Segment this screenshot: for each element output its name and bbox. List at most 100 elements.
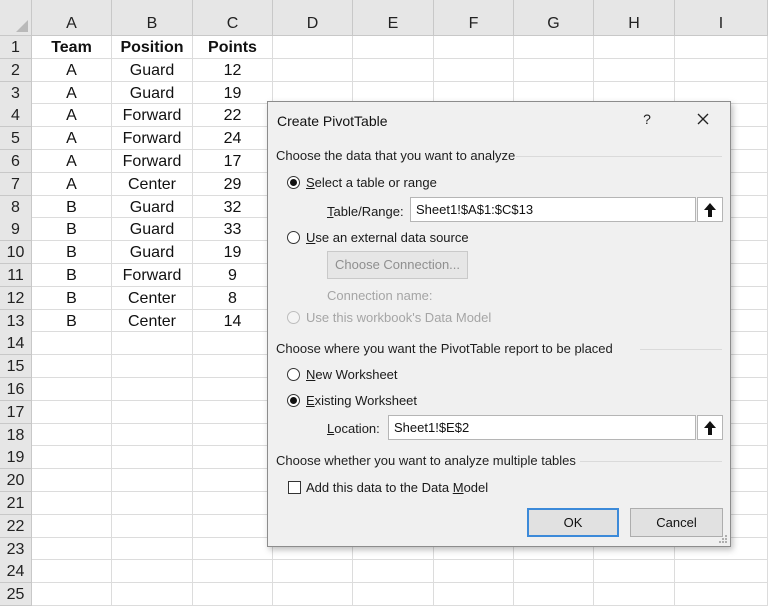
data-cell[interactable]: 8 (193, 286, 273, 310)
radio-external-source[interactable] (287, 231, 300, 244)
data-cell[interactable]: A (32, 172, 112, 196)
data-cell[interactable]: Forward (112, 264, 193, 287)
cell[interactable] (32, 560, 112, 584)
data-cell[interactable]: 19 (193, 241, 273, 264)
data-cell[interactable]: B (32, 286, 112, 310)
row-header-21[interactable]: 21 (0, 492, 32, 515)
cell[interactable] (273, 583, 353, 606)
table-range-input[interactable]: Sheet1!$A$1:$C$13 (410, 197, 696, 222)
cell[interactable] (112, 400, 193, 424)
row-header-11[interactable]: 11 (0, 264, 32, 287)
cell[interactable] (112, 583, 193, 606)
cell[interactable] (434, 58, 514, 82)
data-cell[interactable]: 32 (193, 195, 273, 219)
data-cell[interactable]: A (32, 104, 112, 128)
select-all-corner[interactable] (0, 0, 32, 36)
cell[interactable] (514, 560, 594, 584)
radio-select-table[interactable] (287, 176, 300, 189)
cell[interactable] (594, 36, 675, 59)
location-collapse-button[interactable] (697, 415, 723, 440)
data-cell[interactable]: Guard (112, 218, 193, 242)
radio-data-model-label[interactable]: Use this workbook's Data Model (306, 310, 491, 325)
cell[interactable] (675, 560, 768, 584)
column-header-c[interactable]: C (193, 0, 273, 36)
cell[interactable] (112, 514, 193, 538)
cell[interactable] (514, 583, 594, 606)
radio-data-model[interactable] (287, 311, 300, 324)
data-cell[interactable]: B (32, 309, 112, 333)
row-header-5[interactable]: 5 (0, 127, 32, 151)
header-cell[interactable]: Team (32, 36, 112, 59)
cell[interactable] (193, 514, 273, 538)
row-header-16[interactable]: 16 (0, 378, 32, 401)
row-header-19[interactable]: 19 (0, 446, 32, 470)
cell[interactable] (434, 583, 514, 606)
data-cell[interactable]: A (32, 150, 112, 173)
data-cell[interactable]: B (32, 241, 112, 264)
data-cell[interactable]: 12 (193, 58, 273, 82)
cell[interactable] (675, 36, 768, 59)
cell[interactable] (594, 583, 675, 606)
column-header-d[interactable]: D (273, 0, 353, 36)
header-cell[interactable]: Position (112, 36, 193, 59)
cell[interactable] (353, 583, 434, 606)
data-cell[interactable]: Guard (112, 81, 193, 105)
radio-existing-worksheet-label[interactable]: Existing Worksheet (306, 393, 417, 408)
cell[interactable] (675, 583, 768, 606)
data-cell[interactable]: 19 (193, 81, 273, 105)
row-header-1[interactable]: 1 (0, 36, 32, 59)
column-header-b[interactable]: B (112, 0, 193, 36)
radio-existing-worksheet[interactable] (287, 394, 300, 407)
cell[interactable] (594, 560, 675, 584)
cell[interactable] (112, 355, 193, 378)
row-header-6[interactable]: 6 (0, 150, 32, 173)
cell[interactable] (112, 332, 193, 356)
header-cell[interactable]: Points (193, 36, 273, 59)
row-header-4[interactable]: 4 (0, 104, 32, 128)
cell[interactable] (112, 560, 193, 584)
row-header-18[interactable]: 18 (0, 423, 32, 447)
cell[interactable] (32, 469, 112, 492)
row-header-15[interactable]: 15 (0, 355, 32, 379)
data-cell[interactable]: 14 (193, 309, 273, 333)
data-cell[interactable]: Guard (112, 195, 193, 219)
cell[interactable] (32, 423, 112, 447)
radio-new-worksheet-label[interactable]: New Worksheet (306, 367, 398, 382)
cell[interactable] (675, 58, 768, 82)
cell[interactable] (193, 332, 273, 356)
column-header-g[interactable]: G (514, 0, 594, 36)
cell[interactable] (112, 469, 193, 492)
radio-external-source-label[interactable]: Use an external data source (306, 230, 469, 245)
cell[interactable] (193, 423, 273, 447)
cell[interactable] (193, 537, 273, 561)
row-header-12[interactable]: 12 (0, 286, 32, 310)
cell[interactable] (353, 36, 434, 59)
data-cell[interactable]: Guard (112, 58, 193, 82)
cell[interactable] (193, 469, 273, 492)
cell[interactable] (193, 378, 273, 401)
row-header-14[interactable]: 14 (0, 332, 32, 356)
cell[interactable] (353, 58, 434, 82)
row-header-8[interactable]: 8 (0, 195, 32, 219)
radio-new-worksheet[interactable] (287, 368, 300, 381)
data-cell[interactable]: 9 (193, 264, 273, 287)
column-header-a[interactable]: A (32, 0, 112, 36)
add-to-data-model-checkbox[interactable] (288, 481, 301, 494)
row-header-20[interactable]: 20 (0, 469, 32, 493)
cell[interactable] (273, 58, 353, 82)
data-cell[interactable]: A (32, 81, 112, 105)
add-to-data-model-label[interactable]: Add this data to the Data Model (306, 480, 488, 495)
cell[interactable] (193, 560, 273, 584)
row-header-10[interactable]: 10 (0, 241, 32, 265)
cell[interactable] (32, 332, 112, 356)
choose-connection-button[interactable]: Choose Connection... (327, 251, 468, 279)
ok-button[interactable]: OK (527, 508, 619, 537)
data-cell[interactable]: 17 (193, 150, 273, 173)
row-header-22[interactable]: 22 (0, 514, 32, 538)
cell[interactable] (32, 355, 112, 378)
cell[interactable] (193, 355, 273, 378)
column-header-f[interactable]: F (434, 0, 514, 36)
resize-grip-icon[interactable] (718, 534, 728, 544)
cell[interactable] (32, 400, 112, 424)
data-cell[interactable]: Center (112, 309, 193, 333)
